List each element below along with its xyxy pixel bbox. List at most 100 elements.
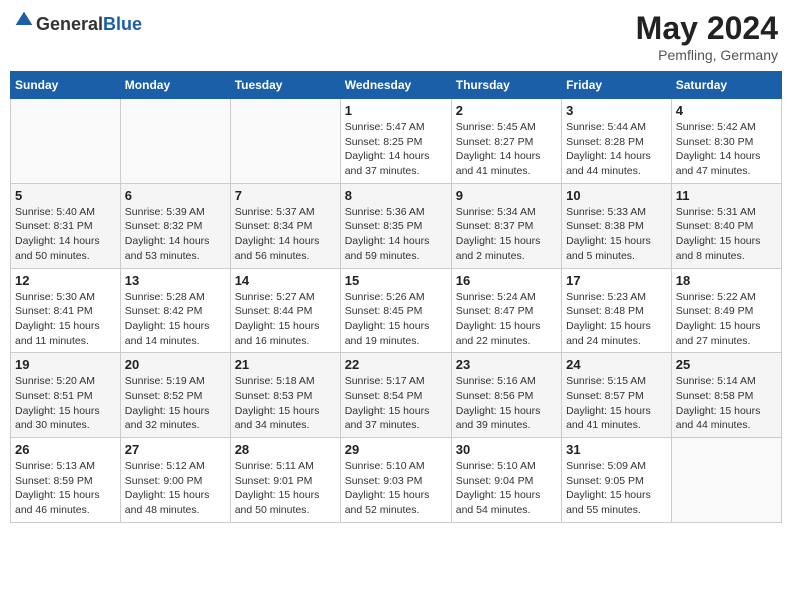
cell-info: Sunrise: 5:30 AMSunset: 8:41 PMDaylight:… — [15, 290, 116, 349]
cell-info: Sunrise: 5:44 AMSunset: 8:28 PMDaylight:… — [566, 120, 667, 179]
day-number: 10 — [566, 188, 667, 203]
cell-info: Sunrise: 5:10 AMSunset: 9:03 PMDaylight:… — [345, 459, 447, 518]
day-number: 13 — [125, 273, 226, 288]
day-number: 15 — [345, 273, 447, 288]
cell-info: Sunrise: 5:09 AMSunset: 9:05 PMDaylight:… — [566, 459, 667, 518]
calendar-cell: 28Sunrise: 5:11 AMSunset: 9:01 PMDayligh… — [230, 438, 340, 523]
day-number: 16 — [456, 273, 557, 288]
cell-info: Sunrise: 5:13 AMSunset: 8:59 PMDaylight:… — [15, 459, 116, 518]
calendar-week-row: 26 Sunrise: 5:13 AMSunset: 8:59 PMDayligh… — [11, 438, 782, 523]
day-number: 29 — [345, 442, 447, 457]
calendar-cell: 8Sunrise: 5:36 AMSunset: 8:35 PMDaylight… — [340, 183, 451, 268]
cell-info: Sunrise: 5:15 AMSunset: 8:57 PMDaylight:… — [566, 374, 667, 433]
calendar-cell: 27Sunrise: 5:12 AMSunset: 9:00 PMDayligh… — [120, 438, 230, 523]
calendar-week-row: 1Sunrise: 5:47 AMSunset: 8:25 PMDaylight… — [11, 99, 782, 184]
calendar-cell: 13 Sunrise: 5:28 AMSunset: 8:42 PMDayligh… — [120, 268, 230, 353]
day-number: 17 — [566, 273, 667, 288]
calendar-cell — [11, 99, 121, 184]
calendar-cell: 2Sunrise: 5:45 AMSunset: 8:27 PMDaylight… — [451, 99, 561, 184]
calendar-cell: 5 Sunrise: 5:40 AMSunset: 8:31 PMDaylight… — [11, 183, 121, 268]
calendar-cell: 6Sunrise: 5:39 AMSunset: 8:32 PMDaylight… — [120, 183, 230, 268]
cell-info: Sunrise: 5:19 AMSunset: 8:52 PMDaylight:… — [125, 374, 226, 433]
calendar-cell: 11 Sunrise: 5:31 AMSunset: 8:40 PMDayligh… — [671, 183, 781, 268]
day-number: 27 — [125, 442, 226, 457]
calendar-cell: 17 Sunrise: 5:23 AMSunset: 8:48 PMDayligh… — [562, 268, 672, 353]
col-header-monday: Monday — [120, 72, 230, 99]
cell-info: Sunrise: 5:42 AMSunset: 8:30 PMDaylight:… — [676, 120, 777, 179]
calendar-cell: 7 Sunrise: 5:37 AMSunset: 8:34 PMDaylight… — [230, 183, 340, 268]
calendar-cell: 9 Sunrise: 5:34 AMSunset: 8:37 PMDaylight… — [451, 183, 561, 268]
calendar-cell: 19Sunrise: 5:20 AMSunset: 8:51 PMDayligh… — [11, 353, 121, 438]
cell-info: Sunrise: 5:11 AMSunset: 9:01 PMDaylight:… — [235, 459, 336, 518]
calendar-cell: 12 Sunrise: 5:30 AMSunset: 8:41 PMDayligh… — [11, 268, 121, 353]
calendar-cell: 29 Sunrise: 5:10 AMSunset: 9:03 PMDayligh… — [340, 438, 451, 523]
day-number: 31 — [566, 442, 667, 457]
page-header: GeneralBlue May 2024 Pemfling, Germany — [10, 10, 782, 63]
cell-info: Sunrise: 5:22 AMSunset: 8:49 PMDaylight:… — [676, 290, 777, 349]
cell-info: Sunrise: 5:27 AMSunset: 8:44 PMDaylight:… — [235, 290, 336, 349]
calendar-week-row: 5 Sunrise: 5:40 AMSunset: 8:31 PMDaylight… — [11, 183, 782, 268]
col-header-saturday: Saturday — [671, 72, 781, 99]
cell-info: Sunrise: 5:33 AMSunset: 8:38 PMDaylight:… — [566, 205, 667, 264]
day-number: 3 — [566, 103, 667, 118]
col-header-sunday: Sunday — [11, 72, 121, 99]
cell-info: Sunrise: 5:45 AMSunset: 8:27 PMDaylight:… — [456, 120, 557, 179]
cell-info: Sunrise: 5:23 AMSunset: 8:48 PMDaylight:… — [566, 290, 667, 349]
cell-info: Sunrise: 5:18 AMSunset: 8:53 PMDaylight:… — [235, 374, 336, 433]
day-number: 23 — [456, 357, 557, 372]
cell-info: Sunrise: 5:31 AMSunset: 8:40 PMDaylight:… — [676, 205, 777, 264]
day-number: 20 — [125, 357, 226, 372]
logo-blue: Blue — [103, 14, 142, 34]
calendar-week-row: 12 Sunrise: 5:30 AMSunset: 8:41 PMDayligh… — [11, 268, 782, 353]
day-number: 22 — [345, 357, 447, 372]
day-number: 21 — [235, 357, 336, 372]
title-block: May 2024 Pemfling, Germany — [636, 10, 778, 63]
cell-info: Sunrise: 5:47 AMSunset: 8:25 PMDaylight:… — [345, 120, 447, 179]
cell-info: Sunrise: 5:24 AMSunset: 8:47 PMDaylight:… — [456, 290, 557, 349]
day-number: 11 — [676, 188, 777, 203]
location: Pemfling, Germany — [636, 47, 778, 63]
cell-info: Sunrise: 5:34 AMSunset: 8:37 PMDaylight:… — [456, 205, 557, 264]
calendar-cell: 25Sunrise: 5:14 AMSunset: 8:58 PMDayligh… — [671, 353, 781, 438]
day-number: 9 — [456, 188, 557, 203]
day-number: 30 — [456, 442, 557, 457]
cell-info: Sunrise: 5:10 AMSunset: 9:04 PMDaylight:… — [456, 459, 557, 518]
day-number: 8 — [345, 188, 447, 203]
cell-info: Sunrise: 5:39 AMSunset: 8:32 PMDaylight:… — [125, 205, 226, 264]
calendar-cell: 24 Sunrise: 5:15 AMSunset: 8:57 PMDayligh… — [562, 353, 672, 438]
cell-info: Sunrise: 5:26 AMSunset: 8:45 PMDaylight:… — [345, 290, 447, 349]
day-number: 24 — [566, 357, 667, 372]
day-number: 14 — [235, 273, 336, 288]
calendar-cell: 20 Sunrise: 5:19 AMSunset: 8:52 PMDayligh… — [120, 353, 230, 438]
day-number: 4 — [676, 103, 777, 118]
calendar-cell: 3 Sunrise: 5:44 AMSunset: 8:28 PMDaylight… — [562, 99, 672, 184]
calendar-week-row: 19Sunrise: 5:20 AMSunset: 8:51 PMDayligh… — [11, 353, 782, 438]
calendar-cell: 10 Sunrise: 5:33 AMSunset: 8:38 PMDayligh… — [562, 183, 672, 268]
cell-info: Sunrise: 5:16 AMSunset: 8:56 PMDaylight:… — [456, 374, 557, 433]
cell-info: Sunrise: 5:37 AMSunset: 8:34 PMDaylight:… — [235, 205, 336, 264]
cell-info: Sunrise: 5:28 AMSunset: 8:42 PMDaylight:… — [125, 290, 226, 349]
cell-info: Sunrise: 5:14 AMSunset: 8:58 PMDaylight:… — [676, 374, 777, 433]
month-year: May 2024 — [636, 10, 778, 47]
logo-icon — [14, 10, 34, 30]
calendar-cell: 18Sunrise: 5:22 AMSunset: 8:49 PMDayligh… — [671, 268, 781, 353]
day-number: 5 — [15, 188, 116, 203]
calendar-cell — [230, 99, 340, 184]
cell-info: Sunrise: 5:17 AMSunset: 8:54 PMDaylight:… — [345, 374, 447, 433]
logo-general: General — [36, 14, 103, 34]
calendar-cell: 21 Sunrise: 5:18 AMSunset: 8:53 PMDayligh… — [230, 353, 340, 438]
calendar-cell: 30 Sunrise: 5:10 AMSunset: 9:04 PMDayligh… — [451, 438, 561, 523]
col-header-thursday: Thursday — [451, 72, 561, 99]
day-number: 19 — [15, 357, 116, 372]
calendar-cell — [671, 438, 781, 523]
calendar-cell: 26 Sunrise: 5:13 AMSunset: 8:59 PMDayligh… — [11, 438, 121, 523]
calendar-cell: 15 Sunrise: 5:26 AMSunset: 8:45 PMDayligh… — [340, 268, 451, 353]
cell-info: Sunrise: 5:40 AMSunset: 8:31 PMDaylight:… — [15, 205, 116, 264]
day-number: 12 — [15, 273, 116, 288]
calendar-cell: 16 Sunrise: 5:24 AMSunset: 8:47 PMDayligh… — [451, 268, 561, 353]
calendar-cell: 23 Sunrise: 5:16 AMSunset: 8:56 PMDayligh… — [451, 353, 561, 438]
calendar-header-row: SundayMondayTuesdayWednesdayThursdayFrid… — [11, 72, 782, 99]
day-number: 7 — [235, 188, 336, 203]
col-header-tuesday: Tuesday — [230, 72, 340, 99]
day-number: 26 — [15, 442, 116, 457]
